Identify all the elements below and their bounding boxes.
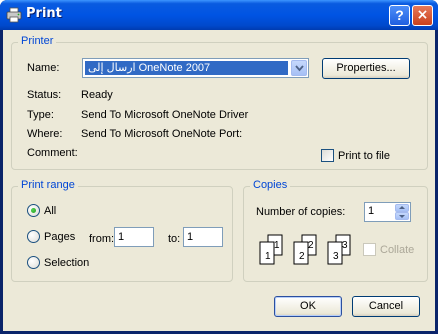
page-number: 3 — [342, 240, 348, 251]
page-number: 3 — [333, 251, 339, 262]
printer-group-title: Printer — [18, 35, 57, 47]
page-number: 2 — [299, 251, 305, 262]
type-label: Type: — [27, 109, 54, 121]
type-value: Send To Microsoft OneNote Driver — [81, 109, 249, 121]
close-button[interactable]: × — [412, 5, 433, 26]
selection-label[interactable]: Selection — [44, 257, 89, 269]
to-field[interactable]: 1 — [183, 227, 223, 247]
print-to-file-checkbox[interactable] — [321, 149, 334, 162]
printer-name-select[interactable]: ارسال إلى OneNote 2007 — [82, 58, 309, 78]
chevron-down-icon[interactable] — [291, 60, 307, 76]
selection-radio[interactable] — [27, 256, 40, 269]
printer-name-value: ارسال إلى OneNote 2007 — [85, 61, 288, 75]
status-label: Status: — [27, 89, 62, 101]
where-value: Send To Microsoft OneNote Port: — [81, 128, 243, 140]
page-number: 1 — [265, 251, 271, 262]
copies-group-title: Copies — [250, 179, 291, 191]
printer-icon — [6, 7, 22, 23]
status-value: Ready — [81, 89, 113, 101]
all-label[interactable]: All — [44, 205, 56, 217]
title-bar[interactable]: Print ? × — [0, 0, 438, 30]
name-label: Name: — [27, 62, 60, 74]
copies-stepper[interactable]: 1 — [364, 202, 411, 222]
page-number: 2 — [308, 240, 314, 251]
print-range-group-title: Print range — [18, 179, 78, 191]
collate-pages-icon: 1 1 2 2 3 3 — [259, 234, 351, 265]
properties-button[interactable]: Properties... — [322, 58, 410, 79]
comment-label: Comment: — [27, 147, 78, 159]
page-number: 1 — [274, 240, 280, 251]
cancel-button[interactable]: Cancel — [352, 296, 420, 317]
collate-checkbox[interactable] — [363, 243, 376, 256]
dialog-title: Print — [26, 6, 62, 21]
copies-value: 1 — [368, 205, 375, 217]
to-label: to: — [168, 233, 181, 245]
collate-label[interactable]: Collate — [380, 244, 414, 256]
pages-radio[interactable] — [27, 230, 40, 243]
help-button[interactable]: ? — [389, 5, 410, 26]
print-to-file-label[interactable]: Print to file — [338, 150, 390, 162]
decrement-arrow-icon[interactable] — [395, 212, 409, 220]
ok-button[interactable]: OK — [274, 296, 342, 317]
number-of-copies-label: Number of copies: — [256, 206, 346, 218]
from-field[interactable]: 1 — [114, 227, 154, 247]
print-dialog-window: Print ? × Printer Name: ارسال إلى OneNot… — [0, 0, 438, 334]
where-label: Where: — [27, 128, 63, 140]
pages-label[interactable]: Pages — [44, 231, 75, 243]
from-label: from: — [89, 233, 115, 245]
dialog-body: Printer Name: ارسال إلى OneNote 2007 Pro… — [3, 30, 435, 331]
all-radio[interactable] — [27, 204, 40, 217]
increment-arrow-icon[interactable] — [395, 204, 409, 212]
